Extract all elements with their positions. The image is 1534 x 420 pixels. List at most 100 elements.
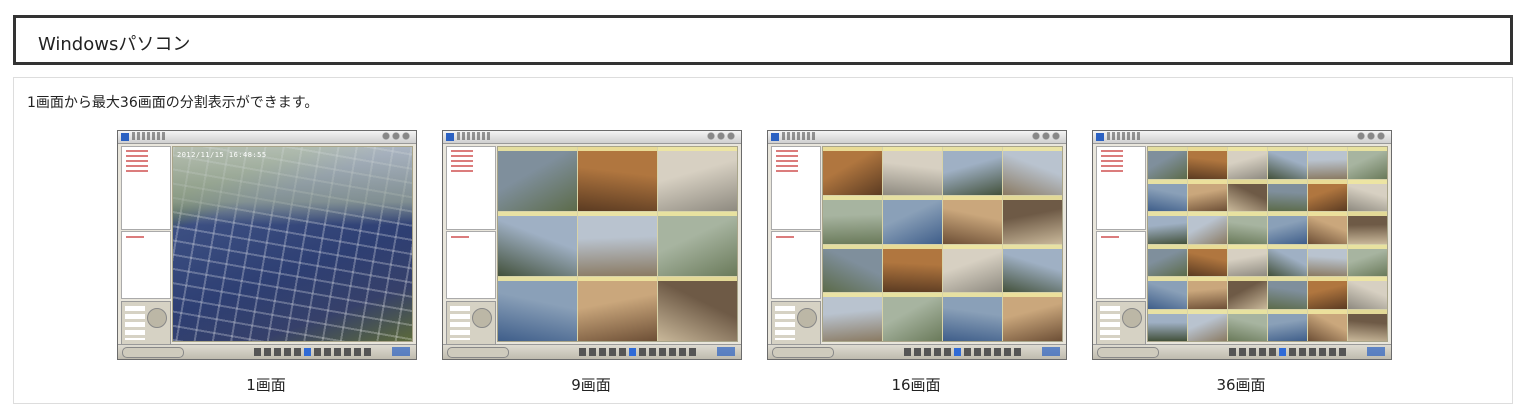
layout-buttons-icon bbox=[1229, 348, 1349, 356]
camera-cell bbox=[1268, 179, 1307, 211]
camera-cell bbox=[1228, 309, 1267, 341]
camera-grid bbox=[1147, 146, 1388, 342]
camera-cell bbox=[1148, 179, 1187, 211]
camera-list-panel bbox=[121, 146, 171, 230]
camera-cell bbox=[1188, 277, 1227, 309]
ptz-control-panel bbox=[771, 301, 821, 345]
camera-cell bbox=[578, 212, 657, 276]
camera-cell bbox=[578, 147, 657, 211]
app-name-glyphs bbox=[782, 132, 816, 140]
camera-cell bbox=[1268, 277, 1307, 309]
camera-cell bbox=[658, 277, 737, 341]
app-titlebar bbox=[118, 131, 416, 144]
camera-cell bbox=[883, 293, 942, 341]
camera-cell bbox=[1228, 277, 1267, 309]
content-panel: 1画面から最大36画面の分割表示ができます。 2012/11/15 16:48:… bbox=[13, 77, 1513, 404]
ptz-control-panel bbox=[446, 301, 496, 345]
app-toolbar bbox=[443, 344, 741, 359]
section-title-box: Windowsパソコン bbox=[13, 15, 1513, 65]
camera-cell bbox=[498, 212, 577, 276]
app-titlebar bbox=[443, 131, 741, 144]
camera-cell bbox=[1308, 277, 1347, 309]
camview-logo-icon bbox=[717, 347, 735, 356]
camera-cell bbox=[1348, 212, 1387, 244]
camera-cell bbox=[1348, 147, 1387, 179]
camera-cell bbox=[1148, 309, 1187, 341]
camera-cell bbox=[823, 147, 882, 195]
camera-cell bbox=[943, 293, 1002, 341]
camera-grid: 2012/11/15 16:48:55 bbox=[172, 146, 413, 342]
camera-list-panel bbox=[1096, 146, 1146, 230]
camera-cell bbox=[1188, 179, 1227, 211]
camera-cell bbox=[1148, 277, 1187, 309]
camera-cell bbox=[1348, 179, 1387, 211]
camera-cell bbox=[883, 244, 942, 293]
camera-grid bbox=[497, 146, 738, 342]
ptz-control-panel bbox=[121, 301, 171, 345]
preset-panel bbox=[1096, 231, 1146, 299]
camview-logo-icon bbox=[392, 347, 410, 356]
camera-cell bbox=[658, 147, 737, 211]
camera-cell bbox=[883, 147, 942, 195]
camview-logo-icon bbox=[771, 133, 779, 141]
camera-cell bbox=[1308, 212, 1347, 244]
video-timestamp: 2012/11/15 16:48:55 bbox=[177, 151, 267, 159]
app-toolbar bbox=[768, 344, 1066, 359]
camera-cell bbox=[1228, 147, 1267, 179]
camera-cell bbox=[1268, 244, 1307, 276]
screenshot-1-split: 2012/11/15 16:48:55 bbox=[117, 130, 417, 360]
camera-cell bbox=[1003, 195, 1062, 244]
camera-cell bbox=[1308, 147, 1347, 179]
camview-logo-icon bbox=[1367, 347, 1385, 356]
camera-cell bbox=[1188, 212, 1227, 244]
section-title: Windowsパソコン bbox=[38, 34, 191, 55]
camera-cell bbox=[1003, 147, 1062, 195]
screenshot-caption: 36画面 bbox=[1216, 376, 1266, 394]
app-titlebar bbox=[768, 131, 1066, 144]
camera-cell bbox=[1188, 309, 1227, 341]
camera-cell bbox=[1348, 277, 1387, 309]
screenshot-caption: 16画面 bbox=[891, 376, 941, 394]
camera-cell bbox=[943, 195, 1002, 244]
camera-list-panel bbox=[446, 146, 496, 230]
camera-list-panel bbox=[771, 146, 821, 230]
camera-cell bbox=[1268, 309, 1307, 341]
camera-cell bbox=[1148, 244, 1187, 276]
camera-cell bbox=[1308, 309, 1347, 341]
camera-cell bbox=[1228, 212, 1267, 244]
camera-cell bbox=[1308, 244, 1347, 276]
screenshot-16-split bbox=[767, 130, 1067, 360]
camera-cell bbox=[1348, 309, 1387, 341]
camera-cell bbox=[1188, 244, 1227, 276]
description-text: 1画面から最大36画面の分割表示ができます。 bbox=[27, 95, 319, 111]
camera-cell bbox=[1228, 179, 1267, 211]
camera-cell bbox=[1228, 244, 1267, 276]
window-buttons-icon bbox=[1032, 132, 1062, 141]
ptz-pad-icon bbox=[797, 308, 817, 328]
camera-cell bbox=[823, 195, 882, 244]
app-toolbar bbox=[118, 344, 416, 359]
camera-cell bbox=[1003, 293, 1062, 341]
ptz-pad-icon bbox=[472, 308, 492, 328]
camera-cell bbox=[658, 212, 737, 276]
camera-cell bbox=[578, 277, 657, 341]
ptz-pad-icon bbox=[1122, 308, 1142, 328]
camview-logo-icon bbox=[1042, 347, 1060, 356]
camera-cell bbox=[498, 147, 577, 211]
app-toolbar bbox=[1093, 344, 1391, 359]
camera-cell bbox=[1348, 244, 1387, 276]
camera-cell bbox=[943, 147, 1002, 195]
app-name-glyphs bbox=[132, 132, 166, 140]
camview-logo-icon bbox=[446, 133, 454, 141]
camera-cell bbox=[1003, 244, 1062, 293]
preset-panel bbox=[121, 231, 171, 299]
window-buttons-icon bbox=[382, 132, 412, 141]
window-buttons-icon bbox=[1357, 132, 1387, 141]
ptz-pad-icon bbox=[147, 308, 167, 328]
camera-cell bbox=[823, 244, 882, 293]
window-buttons-icon bbox=[707, 132, 737, 141]
camera-cell bbox=[1268, 147, 1307, 179]
app-titlebar bbox=[1093, 131, 1391, 144]
screenshot-9-split bbox=[442, 130, 742, 360]
camview-logo-icon bbox=[121, 133, 129, 141]
